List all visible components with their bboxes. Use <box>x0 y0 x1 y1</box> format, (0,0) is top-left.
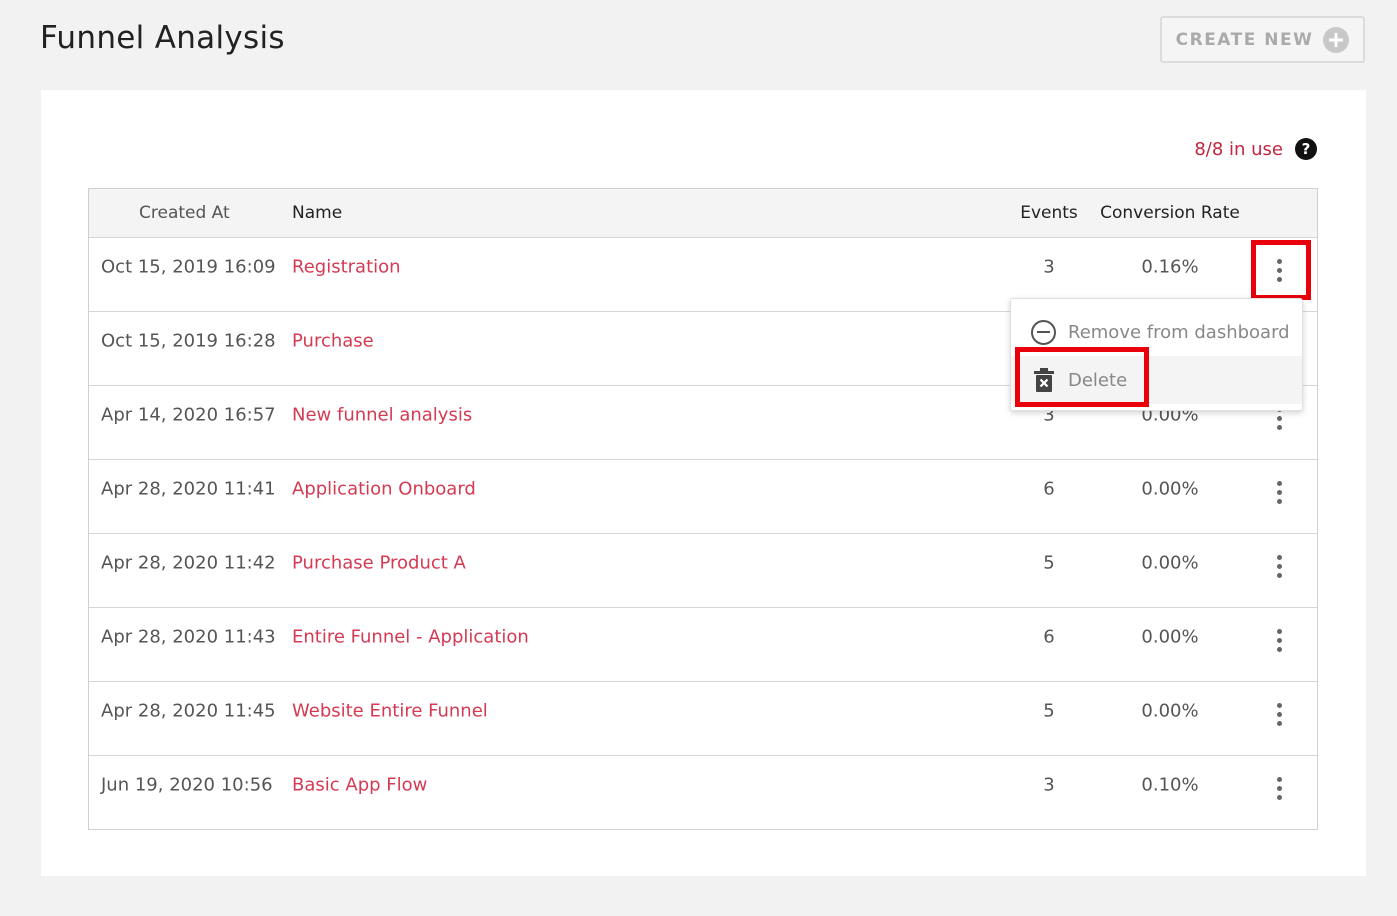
row-conversion-rate: 0.00% <box>1141 626 1199 648</box>
row-events: 3 <box>1043 774 1055 796</box>
row-events: 5 <box>1043 700 1055 722</box>
column-header-created-at[interactable]: Created At <box>139 203 230 223</box>
menu-item-label: Remove from dashboard <box>1068 321 1290 343</box>
column-header-name[interactable]: Name <box>292 203 342 223</box>
funnel-table: Created At Name Events Conversion Rate O… <box>88 188 1318 830</box>
row-events: 6 <box>1043 626 1055 648</box>
row-name-link[interactable]: Application Onboard <box>292 479 476 500</box>
table-header: Created At Name Events Conversion Rate <box>89 189 1317 238</box>
table-row: Apr 28, 2020 11:42 Purchase Product A 5 … <box>89 534 1317 608</box>
row-name-link[interactable]: Entire Funnel - Application <box>292 627 529 648</box>
table-row: Apr 28, 2020 11:43 Entire Funnel - Appli… <box>89 608 1317 682</box>
row-events: 5 <box>1043 552 1055 574</box>
row-created-at: Apr 28, 2020 11:43 <box>101 626 276 648</box>
table-row: Apr 28, 2020 11:41 Application Onboard 6… <box>89 460 1317 534</box>
row-created-at: Oct 15, 2019 16:09 <box>101 256 276 278</box>
row-created-at: Apr 28, 2020 11:45 <box>101 700 276 722</box>
help-icon[interactable]: ? <box>1295 138 1317 160</box>
row-name-link[interactable]: Basic App Flow <box>292 775 427 796</box>
column-header-events[interactable]: Events <box>1019 203 1079 223</box>
page-title: Funnel Analysis <box>40 20 285 56</box>
table-row: Apr 28, 2020 11:45 Website Entire Funnel… <box>89 682 1317 756</box>
row-events: 6 <box>1043 478 1055 500</box>
row-created-at: Apr 14, 2020 16:57 <box>101 404 276 426</box>
minus-circle-icon <box>1031 319 1056 345</box>
row-conversion-rate: 0.00% <box>1141 478 1199 500</box>
row-conversion-rate: 0.16% <box>1141 256 1199 278</box>
create-new-button[interactable]: CREATE NEW <box>1160 16 1365 63</box>
create-new-label: CREATE NEW <box>1175 29 1314 50</box>
table-row: Jun 19, 2020 10:56 Basic App Flow 3 0.10… <box>89 756 1317 829</box>
row-created-at: Apr 28, 2020 11:42 <box>101 552 276 574</box>
highlight-box-delete <box>1015 347 1149 407</box>
row-name-link[interactable]: Purchase <box>292 331 374 352</box>
more-options-icon[interactable] <box>1264 768 1294 808</box>
row-events: 3 <box>1043 256 1055 278</box>
usage-indicator: 8/8 in use ? <box>1194 138 1317 160</box>
funnel-list-card: 8/8 in use ? Created At Name Events Conv… <box>41 90 1366 876</box>
row-conversion-rate: 0.00% <box>1141 552 1199 574</box>
row-name-link[interactable]: Registration <box>292 257 401 278</box>
more-options-icon[interactable] <box>1264 620 1294 660</box>
row-name-link[interactable]: New funnel analysis <box>292 405 472 426</box>
plus-circle-icon <box>1323 26 1350 53</box>
highlight-box-options <box>1251 240 1311 300</box>
row-conversion-rate: 0.00% <box>1141 700 1199 722</box>
row-name-link[interactable]: Purchase Product A <box>292 553 466 574</box>
row-created-at: Oct 15, 2019 16:28 <box>101 330 276 352</box>
more-options-icon[interactable] <box>1264 546 1294 586</box>
usage-text: 8/8 in use <box>1194 138 1283 160</box>
more-options-icon[interactable] <box>1264 472 1294 512</box>
row-name-link[interactable]: Website Entire Funnel <box>292 701 488 722</box>
row-created-at: Apr 28, 2020 11:41 <box>101 478 276 500</box>
column-header-conversion-rate[interactable]: Conversion Rate <box>1091 203 1249 223</box>
row-conversion-rate: 0.10% <box>1141 774 1199 796</box>
more-options-icon[interactable] <box>1264 694 1294 734</box>
row-created-at: Jun 19, 2020 10:56 <box>101 774 273 796</box>
